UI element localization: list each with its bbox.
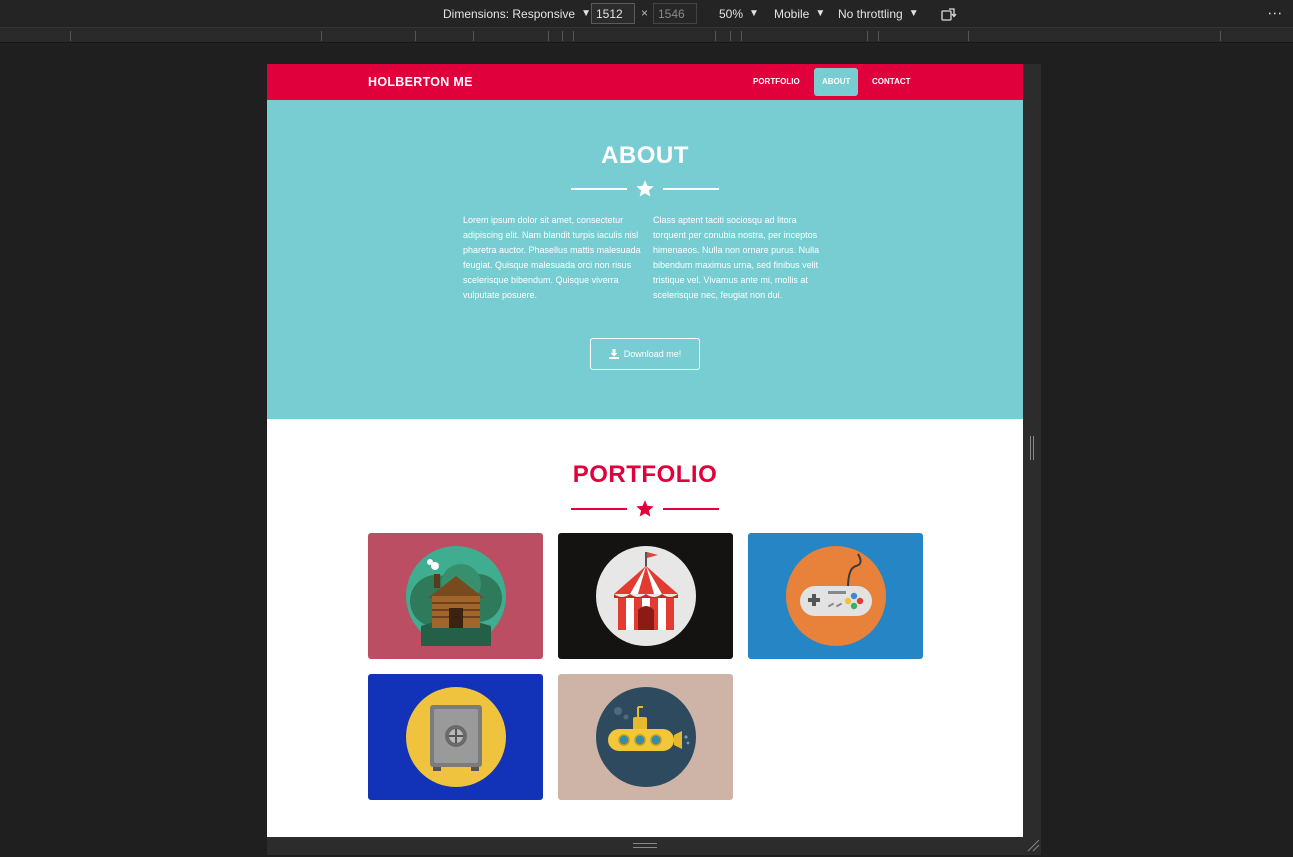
- star-icon: [636, 500, 654, 517]
- width-input[interactable]: [591, 3, 635, 24]
- chevron-down-icon: ▼: [581, 8, 591, 19]
- site-brand[interactable]: HOLBERTON ME: [368, 64, 473, 100]
- zoom-dropdown[interactable]: 50% ▼: [719, 0, 759, 27]
- portfolio-section: PORTFOLIO: [267, 419, 1023, 837]
- viewport-resize-handle-bottom[interactable]: [267, 837, 1041, 855]
- game-controller-icon: [785, 546, 886, 646]
- ruler-tick: [715, 31, 716, 41]
- ruler-tick: [867, 31, 868, 41]
- circus-tent-icon: [595, 546, 696, 646]
- corner-resize-icon[interactable]: [1026, 838, 1040, 852]
- nav-link-about[interactable]: ABOUT: [814, 68, 859, 96]
- safe-icon: [405, 687, 506, 787]
- rotate-icon: [941, 7, 957, 21]
- rotate-button[interactable]: [941, 0, 957, 27]
- chevron-down-icon: ▼: [908, 8, 919, 19]
- about-title: ABOUT: [601, 142, 689, 169]
- zoom-label: 50%: [719, 6, 744, 21]
- drag-grip-icon: [1030, 436, 1034, 460]
- cabin-icon: [405, 546, 506, 646]
- drag-grip-icon: [633, 843, 657, 848]
- portfolio-item-submarine[interactable]: [558, 674, 733, 800]
- device-type-label: Mobile: [774, 6, 810, 21]
- emulated-viewport: HOLBERTON ME PORTFOLIO ABOUT CONTACT ABO…: [267, 64, 1023, 837]
- more-icon: ⋮: [1267, 6, 1284, 21]
- download-icon: [608, 349, 619, 359]
- ruler-tick: [415, 31, 416, 41]
- chevron-down-icon: ▼: [815, 8, 826, 19]
- throttling-dropdown[interactable]: No throttling ▼: [838, 0, 919, 27]
- height-input[interactable]: [653, 3, 697, 24]
- submarine-icon: [595, 687, 696, 787]
- device-type-dropdown[interactable]: Mobile ▼: [774, 0, 825, 27]
- portfolio-item-cabin[interactable]: [368, 533, 543, 659]
- ruler-tick: [730, 31, 731, 41]
- divider-line: [571, 508, 627, 510]
- ruler-tick: [562, 31, 563, 41]
- divider-line: [663, 188, 719, 190]
- portfolio-item-circus[interactable]: [558, 533, 733, 659]
- download-button[interactable]: Download me!: [590, 338, 700, 370]
- portfolio-divider: [571, 499, 719, 519]
- more-options-button[interactable]: ⋮: [1267, 0, 1284, 27]
- ruler-tick: [321, 31, 322, 41]
- site-navbar: HOLBERTON ME PORTFOLIO ABOUT CONTACT: [267, 64, 1023, 100]
- devtools-device-toolbar: Dimensions: Responsive ▼ × 50% ▼ Mobile …: [0, 0, 1293, 27]
- ruler-tick: [1220, 31, 1221, 41]
- portfolio-item-safe[interactable]: [368, 674, 543, 800]
- portfolio-item-controller[interactable]: [748, 533, 923, 659]
- portfolio-title: PORTFOLIO: [572, 461, 718, 488]
- divider-line: [571, 188, 627, 190]
- media-query-ruler[interactable]: [0, 27, 1293, 43]
- throttling-label: No throttling: [838, 6, 903, 21]
- times-sign: ×: [641, 6, 649, 20]
- chevron-down-icon: ▼: [749, 8, 759, 19]
- ruler-tick: [741, 31, 742, 41]
- divider-line: [663, 508, 719, 510]
- viewport-resize-handle-right[interactable]: [1023, 64, 1041, 837]
- ruler-tick: [878, 31, 879, 41]
- nav-link-contact[interactable]: CONTACT: [864, 68, 919, 96]
- ruler-tick: [70, 31, 71, 41]
- about-divider: [571, 179, 719, 199]
- dimensions-dropdown[interactable]: Dimensions: Responsive ▼: [443, 0, 591, 27]
- star-icon: [636, 180, 654, 197]
- about-text-left: Lorem ipsum dolor sit amet, consectetur …: [463, 215, 641, 300]
- ruler-tick: [473, 31, 474, 41]
- ruler-tick: [548, 31, 549, 41]
- ruler-tick: [573, 31, 574, 41]
- about-section: ABOUT Lorem ipsum dolor sit amet, consec…: [267, 100, 1023, 419]
- nav-link-portfolio[interactable]: PORTFOLIO: [745, 68, 808, 96]
- download-button-label: Download me!: [623, 349, 682, 359]
- ruler-tick: [968, 31, 969, 41]
- about-text-right: Class aptent taciti sociosqu ad litora t…: [653, 215, 820, 300]
- dimensions-label: Dimensions: Responsive: [443, 6, 576, 21]
